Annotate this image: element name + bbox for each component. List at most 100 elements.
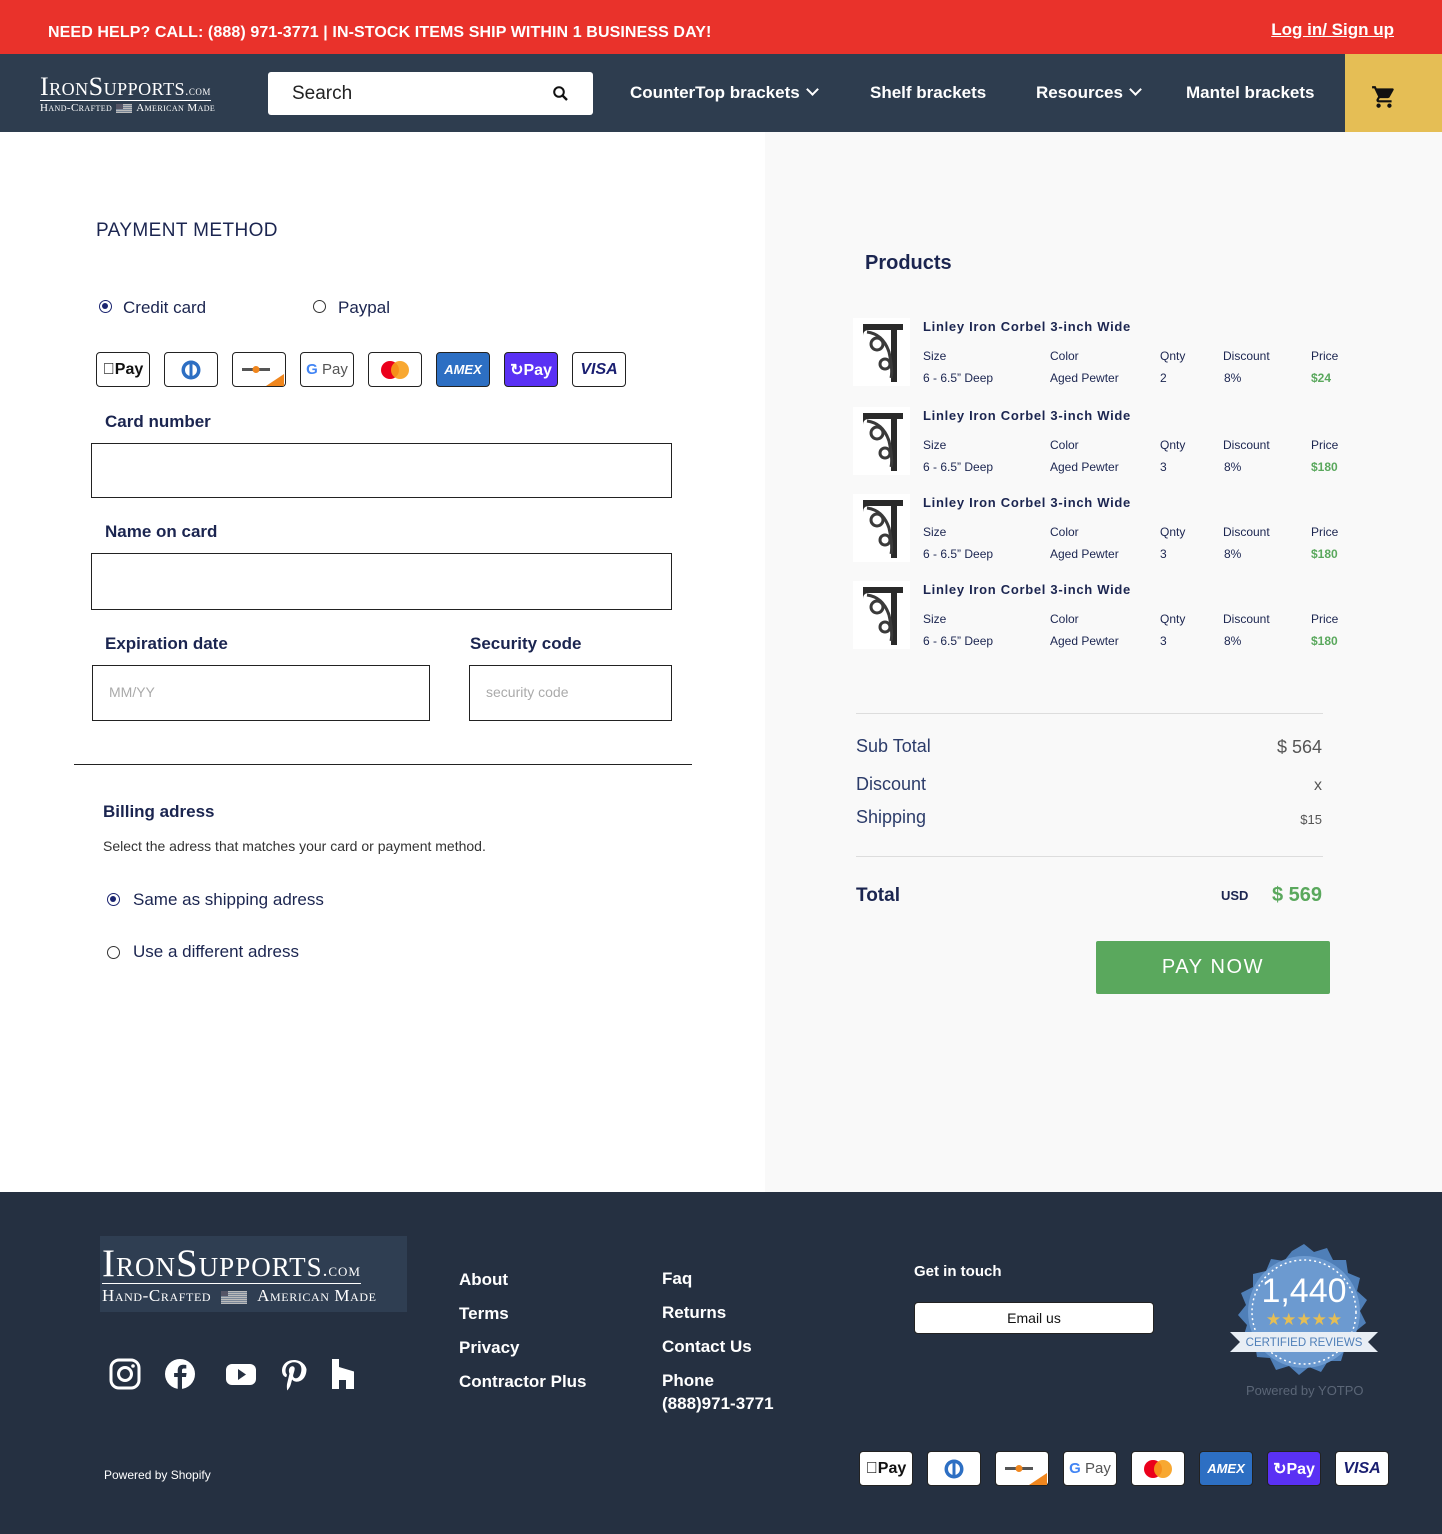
summary-divider [856,713,1323,714]
product-name[interactable]: Linley Iron Corbel 3-inch Wide [923,495,1131,510]
product-discount-header: Discount [1223,438,1270,452]
product-price-header: Price [1311,525,1339,539]
nav-resources[interactable]: Resources [1036,83,1142,103]
login-signup-link[interactable]: Log in/ Sign up [1271,20,1394,40]
product-discount-value: 8% [1224,634,1242,648]
nav-mantel-brackets[interactable]: Mantel brackets [1186,83,1315,103]
footer-phone-number[interactable]: (888)971-3771 [662,1394,774,1414]
paypal-radio[interactable] [313,300,326,313]
powered-by-yotpo: Powered by YOTPO [1246,1383,1364,1398]
nav-resources-label: Resources [1036,83,1123,102]
houzz-icon[interactable] [326,1357,360,1391]
mastercard-icon [368,352,422,387]
same-address-radio[interactable] [107,893,120,906]
google-pay-icon: G Pay [300,352,354,387]
product-row: Linley Iron Corbel 3-inch Wide Size 6 - 6.… [853,492,1353,567]
chevron-down-icon [805,83,819,96]
product-name[interactable]: Linley Iron Corbel 3-inch Wide [923,319,1131,334]
nav-mantel-label: Mantel brackets [1186,83,1315,102]
product-size-value: 6 - 6.5” Deep [923,371,994,385]
footer-link-returns[interactable]: Returns [662,1303,726,1323]
search-placeholder: Search [292,83,353,104]
credit-card-label[interactable]: Credit card [123,298,206,318]
cart-button[interactable] [1345,54,1442,132]
subtotal-value: $ 564 [1276,737,1322,757]
product-price-header: Price [1311,612,1339,626]
credit-card-radio[interactable] [99,300,112,313]
yotpo-reviews-badge[interactable]: 1,440 ★★★★★ CERTIFIED REVIEWS [1228,1242,1380,1394]
get-in-touch-heading: Get in touch [914,1263,1002,1280]
subtotal-label: Sub Total [856,736,931,756]
footer-link-privacy[interactable]: Privacy [459,1338,520,1358]
powered-by-shopify[interactable]: Powered by Shopify [104,1468,211,1482]
product-thumbnail[interactable] [853,318,910,386]
product-name[interactable]: Linley Iron Corbel 3-inch Wide [923,408,1131,423]
email-us-button[interactable]: Email us [914,1302,1154,1334]
paypal-label[interactable]: Paypal [338,298,390,318]
footer-link-terms[interactable]: Terms [459,1304,509,1324]
product-name[interactable]: Linley Iron Corbel 3-inch Wide [923,582,1131,597]
payment-method-heading: PAYMENT METHOD [96,220,278,241]
discover-icon [232,352,286,387]
footer-link-faq[interactable]: Faq [662,1269,692,1289]
currency-label: USD [1221,888,1249,903]
same-address-label[interactable]: Same as shipping adress [133,890,324,910]
facebook-icon[interactable] [163,1357,197,1391]
logo-text: IronSupports [40,72,186,101]
chevron-down-icon [1129,83,1142,96]
footer-link-contractor-plus[interactable]: Contractor Plus [459,1372,587,1392]
card-number-label: Card number [105,412,211,431]
footer-logo[interactable]: IronSupports.com Hand-Crafted American Ma… [100,1236,407,1312]
pay-now-button[interactable]: PAY NOW [1096,941,1330,994]
product-color-header: Color [1050,612,1079,626]
corbel-thumbnail-icon [853,581,910,649]
name-on-card-input[interactable] [91,553,672,610]
footer-link-about[interactable]: About [459,1270,508,1290]
billing-address-heading: Billing adress [103,802,215,821]
product-thumbnail[interactable] [853,407,910,475]
logo-domain: .com [185,83,211,98]
product-thumbnail[interactable] [853,494,910,562]
site-logo[interactable]: IronSupports.com Hand-Crafted American Ma… [40,74,215,114]
footer-link-phone[interactable]: Phone [662,1371,714,1391]
nav-countertop-brackets[interactable]: CounterTop brackets [630,83,819,103]
product-size-header: Size [923,525,947,539]
help-message: NEED HELP? CALL: (888) 971-3771 | IN-STO… [48,24,712,41]
card-number-input[interactable] [91,443,672,498]
security-code-input[interactable]: security code [469,665,672,721]
footer-link-contact-us[interactable]: Contact Us [662,1337,752,1357]
security-placeholder: security code [486,684,569,700]
product-size-header: Size [923,612,947,626]
product-color-header: Color [1050,349,1079,363]
different-address-radio[interactable] [107,946,120,959]
search-input[interactable]: Search [268,72,593,115]
different-address-label[interactable]: Use a different adress [133,942,299,962]
name-on-card-label: Name on card [105,522,218,541]
product-discount-value: 8% [1224,547,1242,561]
us-flag-icon [116,103,133,113]
product-row: Linley Iron Corbel 3-inch Wide Size 6 - 6.… [853,579,1353,654]
product-qty-header: Qnty [1160,349,1186,363]
site-footer: IronSupports.com Hand-Crafted American Ma… [0,1192,1442,1534]
product-discount-header: Discount [1223,525,1270,539]
rating-stars: ★★★★★ [1266,1310,1342,1330]
product-color-value: Aged Pewter [1050,634,1119,648]
youtube-icon[interactable] [224,1357,258,1391]
search-icon[interactable] [552,85,569,102]
product-discount-header: Discount [1223,612,1270,626]
certified-reviews-label: CERTIFIED REVIEWS [1246,1337,1363,1349]
us-flag-icon [221,1290,248,1304]
product-color-value: Aged Pewter [1050,460,1119,474]
product-qty-header: Qnty [1160,612,1186,626]
product-price-value: $180 [1311,634,1338,648]
nav-shelf-brackets[interactable]: Shelf brackets [870,83,986,103]
pinterest-icon[interactable] [277,1357,311,1391]
product-color-header: Color [1050,525,1079,539]
product-size-header: Size [923,438,947,452]
corbel-thumbnail-icon [853,318,910,386]
nav-countertop-label: CounterTop brackets [630,83,800,102]
product-thumbnail[interactable] [853,581,910,649]
instagram-icon[interactable] [108,1357,142,1391]
footer-tagline-right: American Made [257,1286,377,1305]
expiration-date-input[interactable]: MM/YY [92,665,430,721]
